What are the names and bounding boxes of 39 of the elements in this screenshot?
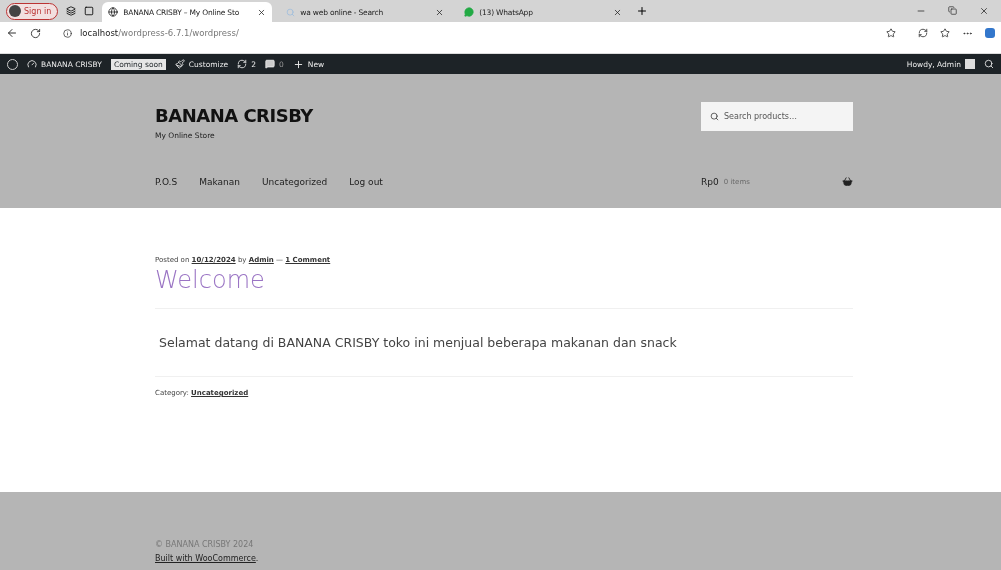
dashboard-icon (27, 59, 37, 69)
new-tab-icon[interactable] (636, 5, 649, 17)
nav-link[interactable]: Makanan (199, 176, 240, 187)
globe-icon (108, 7, 119, 17)
back-icon[interactable] (6, 27, 18, 39)
info-icon (63, 28, 72, 38)
brush-icon (174, 59, 185, 69)
period-text: . (255, 554, 259, 563)
post-title: Welcome (155, 266, 266, 294)
profile-button[interactable]: Sign in (6, 2, 59, 20)
search-icon[interactable] (984, 59, 994, 69)
updates-icon[interactable] (237, 59, 248, 69)
favorites-icon[interactable] (940, 28, 950, 38)
nav-link[interactable]: Uncategorized (261, 176, 328, 187)
plus-icon (292, 58, 304, 70)
reload-icon[interactable] (30, 27, 41, 39)
basket-icon[interactable] (842, 176, 853, 187)
cart-amount[interactable]: Rp0 (701, 176, 719, 187)
restore-icon[interactable] (948, 6, 957, 15)
copyright-text: © BANANA CRISBY 2024 (155, 540, 255, 549)
search-icon (710, 112, 719, 121)
close-icon[interactable] (257, 7, 267, 17)
close-icon[interactable] (979, 6, 989, 16)
search-field[interactable]: Search products… (701, 102, 853, 131)
comments-icon[interactable] (265, 59, 275, 69)
refresh-icon[interactable] (918, 28, 928, 38)
chat-icon (464, 7, 475, 17)
site-title[interactable]: BANANA CRISBY (155, 105, 313, 126)
search-icon (286, 7, 296, 17)
close-icon[interactable] (435, 7, 445, 17)
woocommerce-link[interactable]: Built with WooCommerce (155, 554, 256, 563)
copilot-icon[interactable] (985, 28, 995, 38)
nav-link[interactable]: Log out (349, 176, 383, 187)
close-icon[interactable] (613, 7, 623, 17)
star-icon[interactable] (886, 28, 896, 38)
avatar-icon (965, 59, 975, 69)
avatar-icon (9, 5, 21, 17)
nav-link[interactable]: P.O.S (155, 176, 178, 187)
post-body: Selamat datang di BANANA CRISBY toko ini menjual beberapa makanan dan snack (159, 335, 678, 350)
